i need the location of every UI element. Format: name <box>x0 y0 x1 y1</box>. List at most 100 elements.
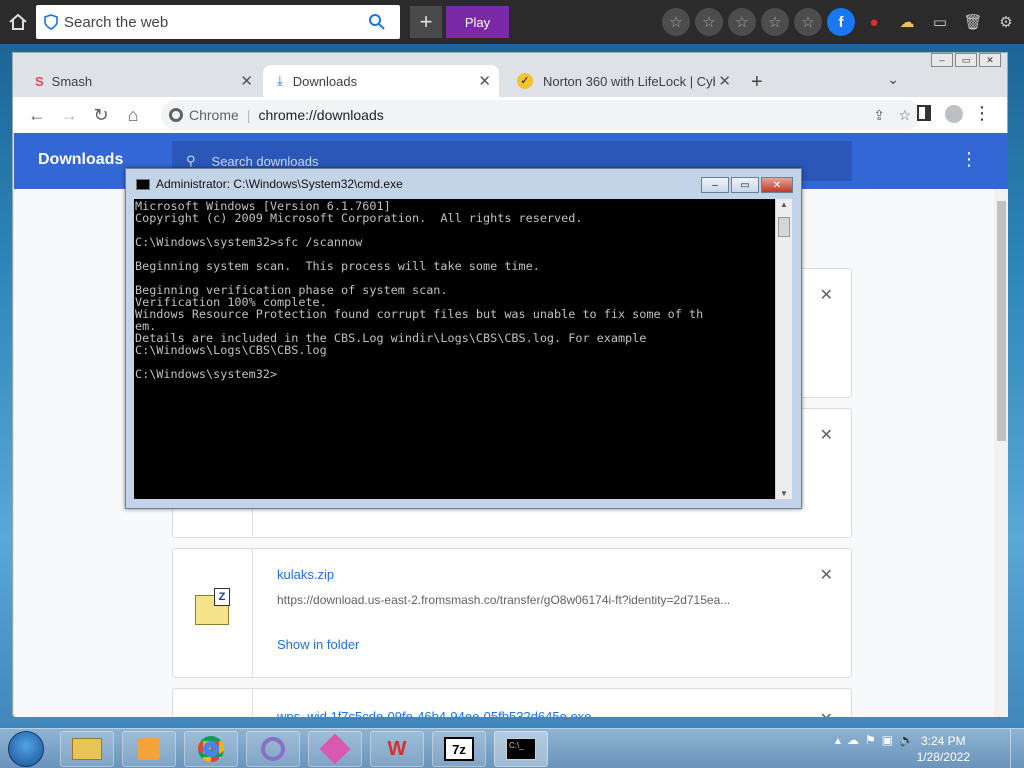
bookmark-star-icon[interactable]: ☆ <box>898 107 911 124</box>
media-player-icon[interactable] <box>122 731 176 767</box>
tab-label: Downloads <box>292 73 358 89</box>
trash-icon[interactable]: 🗑 <box>959 8 987 36</box>
console-line: Beginning system scan. This process will… <box>135 259 540 273</box>
cmd-window: Administrator: C:\Windows\System32\cmd.e… <box>125 168 802 509</box>
download-url[interactable]: https://download.us-east-2.fromsmash.co/… <box>277 593 797 607</box>
page-scrollbar[interactable] <box>994 189 1008 717</box>
home-icon[interactable]: ⌂ <box>117 99 149 131</box>
star-icon[interactable]: ☆ <box>728 8 756 36</box>
toolbar-right-icons: ☆ ☆ ☆ ☆ ☆ f ● ☁ ▭ 🗑 ⚙ <box>662 8 1020 36</box>
profile-icon[interactable] <box>945 105 963 123</box>
console-line: Windows Resource Protection found corrup… <box>135 307 704 321</box>
star-icon[interactable]: ☆ <box>662 8 690 36</box>
maximize-icon[interactable]: ▭ <box>731 177 759 193</box>
search-icon: ⚲ <box>186 153 196 168</box>
shield-icon <box>44 14 58 30</box>
tab-downloads[interactable]: ⤓ Downloads ✕ <box>263 65 499 97</box>
cmd-icon <box>136 178 150 190</box>
clock-time: 3:24 PM <box>920 734 966 748</box>
play-button[interactable]: Play <box>446 6 509 38</box>
console-line: Copyright (c) 2009 Microsoft Corporation… <box>135 211 583 225</box>
remove-download-icon[interactable]: ✕ <box>820 709 833 717</box>
close-tab-icon[interactable]: ✕ <box>478 72 491 90</box>
download-icon: ⤓ <box>277 73 283 88</box>
clock-date: 1/28/2022 <box>916 750 970 764</box>
chrome-icon <box>169 108 183 122</box>
weather-icon[interactable]: ☁ <box>893 8 921 36</box>
console-output[interactable]: Microsoft Windows [Version 6.1.7601] Copy… <box>134 199 775 499</box>
download-filename[interactable]: kulaks.zip <box>277 567 334 582</box>
star-icon[interactable]: ☆ <box>695 8 723 36</box>
address-row: ← → ↻ ⌂ Chrome | chrome://downloads ⇪ ☆ … <box>13 97 1007 133</box>
more-options-icon[interactable]: ⋮ <box>960 149 978 170</box>
show-desktop-button[interactable] <box>1010 729 1024 768</box>
tab-norton[interactable]: ✓ Norton 360 with LifeLock | Cyber ✕ <box>503 65 739 97</box>
download-filename[interactable]: wps_wid.1f7c5cde-09fe-46b4-94ee-05fb532d… <box>277 709 591 717</box>
close-icon[interactable]: ✕ <box>761 177 793 193</box>
console-line: C:\Windows\system32> <box>135 367 278 381</box>
omnibox-url[interactable]: chrome://downloads <box>258 107 383 123</box>
console-line: C:\Windows\Logs\CBS\CBS.log <box>135 343 327 357</box>
cmd-taskbar-icon[interactable]: C:\_ <box>494 731 548 767</box>
flag-icon[interactable]: ⚑ <box>865 733 876 747</box>
gear-icon[interactable]: ⚙ <box>992 8 1020 36</box>
console-line: C:\Windows\system32>sfc /scannow <box>135 235 363 249</box>
cloud-icon[interactable]: ☁ <box>847 733 859 747</box>
scroll-down-icon[interactable]: ▼ <box>780 489 788 498</box>
scrollbar-thumb[interactable] <box>778 217 790 237</box>
remove-download-icon[interactable]: ✕ <box>820 425 833 445</box>
star-icon[interactable]: ☆ <box>794 8 822 36</box>
wps-icon[interactable]: W <box>370 731 424 767</box>
minimize-icon[interactable]: – <box>701 177 729 193</box>
web-search-placeholder: Search the web <box>64 13 169 31</box>
remove-download-icon[interactable]: ✕ <box>820 565 833 585</box>
app-icon[interactable] <box>246 731 300 767</box>
console-scrollbar[interactable]: ▲ ▼ <box>776 199 792 499</box>
side-panel-icon[interactable] <box>917 105 931 121</box>
close-tab-icon[interactable]: ✕ <box>240 72 253 90</box>
close-tab-icon[interactable]: ✕ <box>718 72 731 90</box>
chevron-down-icon[interactable]: ⌄ <box>887 71 899 88</box>
explorer-icon[interactable] <box>60 731 114 767</box>
downloads-search-placeholder: Search downloads <box>211 153 319 169</box>
clock[interactable]: 3:24 PM 1/28/2022 <box>917 733 970 765</box>
facebook-icon[interactable]: f <box>827 8 855 36</box>
cmd-title-bar[interactable]: Administrator: C:\Windows\System32\cmd.e… <box>136 177 403 191</box>
remove-download-icon[interactable]: ✕ <box>820 285 833 305</box>
forward-icon[interactable]: → <box>53 99 85 131</box>
scroll-up-icon[interactable]: ▲ <box>780 200 788 209</box>
download-card: Z kulaks.zip https://download.us-east-2.… <box>172 548 852 678</box>
app-icon[interactable] <box>308 731 362 767</box>
search-icon[interactable] <box>368 13 386 31</box>
scrollbar-thumb[interactable] <box>997 201 1006 441</box>
share-icon[interactable]: ⇪ <box>873 107 885 124</box>
omnibox[interactable]: Chrome | chrome://downloads ⇪ ☆ <box>161 100 921 130</box>
show-in-folder-link[interactable]: Show in folder <box>277 637 359 652</box>
kebab-menu-icon[interactable]: ⋮ <box>973 103 991 124</box>
start-button[interactable] <box>8 731 44 767</box>
tab-strip: S Smash ✕ ⤓ Downloads ✕ ✓ Norton 360 wit… <box>13 63 1007 97</box>
star-icon[interactable]: ☆ <box>761 8 789 36</box>
volume-icon[interactable]: 🔈 <box>899 733 914 747</box>
tab-label: Norton 360 with LifeLock | Cyber <box>543 73 715 89</box>
cmd-title: Administrator: C:\Windows\System32\cmd.e… <box>156 177 403 191</box>
home-icon[interactable] <box>4 8 32 36</box>
network-icon[interactable]: ▣ <box>882 733 893 747</box>
zip-file-icon: Z <box>195 588 230 625</box>
tab-smash[interactable]: S Smash ✕ <box>21 65 261 97</box>
new-tab-button[interactable]: + <box>751 71 763 94</box>
add-button[interactable]: + <box>410 6 442 38</box>
web-search-box[interactable]: Search the web <box>36 5 400 39</box>
chrome-icon[interactable] <box>184 731 238 767</box>
ladybug-icon[interactable]: ● <box>860 8 888 36</box>
7zip-icon[interactable]: 7z <box>432 731 486 767</box>
omnibox-separator: | <box>246 107 251 123</box>
back-icon[interactable]: ← <box>21 99 53 131</box>
reload-icon[interactable]: ↻ <box>85 99 117 131</box>
download-card: wps_wid.1f7c5cde-09fe-46b4-94ee-05fb532d… <box>172 688 852 717</box>
chevron-up-icon[interactable]: ▴ <box>835 733 841 747</box>
cmd-window-controls: – ▭ ✕ <box>701 177 793 193</box>
folder-icon[interactable]: ▭ <box>926 8 954 36</box>
smash-icon: S <box>35 73 44 89</box>
tab-label: Smash <box>51 73 93 89</box>
